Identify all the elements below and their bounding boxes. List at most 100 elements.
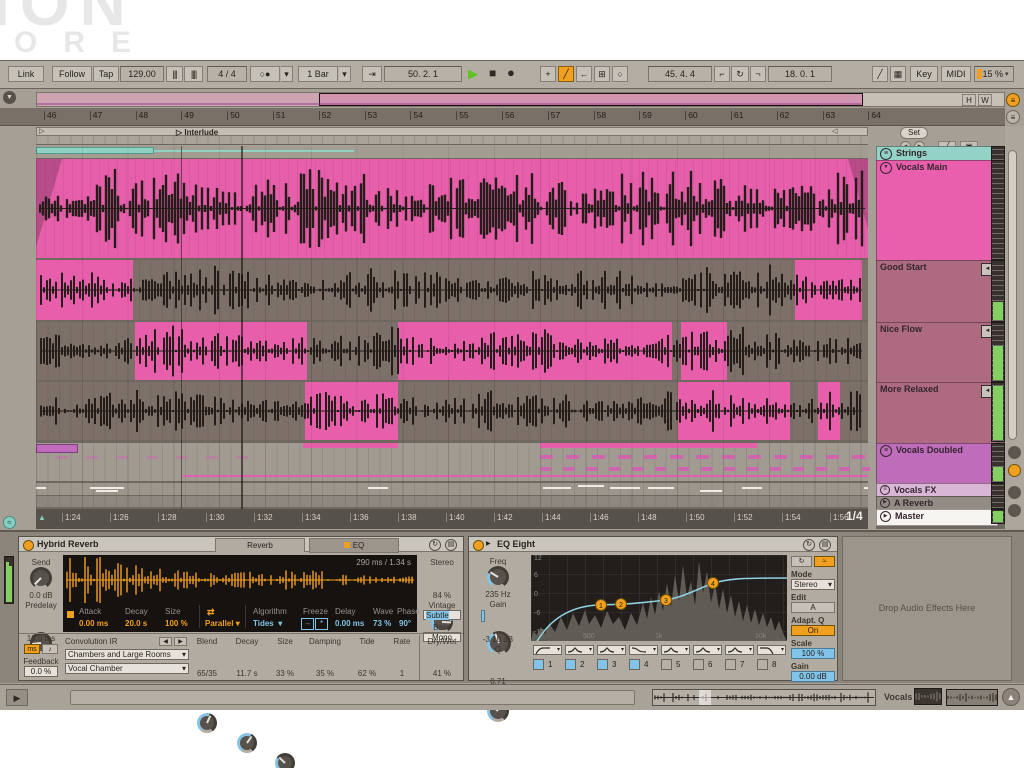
size-knob[interactable]	[275, 753, 295, 768]
close-overview-icon[interactable]: ▼	[3, 91, 16, 104]
time-label[interactable]: 1:36	[350, 513, 369, 522]
analyze-toggle-icon[interactable]: ≈	[814, 556, 835, 567]
device-activator[interactable]	[473, 540, 484, 551]
drop-audio-effects-zone[interactable]: Drop Audio Effects Here	[842, 536, 1012, 681]
bar-number[interactable]: 50	[227, 111, 239, 120]
delay-value[interactable]: 0.00 ms	[335, 619, 364, 628]
cue-icon[interactable]	[1008, 504, 1021, 517]
vocals-fx-lane[interactable]	[36, 483, 868, 495]
filter-type-select[interactable]: ▾	[629, 645, 658, 655]
output-gain-field[interactable]: 0.00 dB	[791, 671, 835, 682]
ruler-options-icon[interactable]: ≡	[1006, 110, 1020, 124]
eq-point-number[interactable]: 4	[711, 581, 715, 588]
loop-end-marker-icon[interactable]: ◁	[832, 127, 837, 135]
blend-knob[interactable]	[197, 713, 217, 733]
time-label[interactable]: 1:42	[494, 513, 513, 522]
filter-type-select[interactable]: ▾	[661, 645, 690, 655]
track-header-vocals-main[interactable]: ▼ Vocals Main	[876, 160, 998, 262]
time-label[interactable]: 1:52	[734, 513, 753, 522]
locator-interlude[interactable]: ▷ Interlude	[176, 128, 218, 140]
grid-toggle-button[interactable]: ⊞	[594, 66, 610, 82]
tempo-field[interactable]: 129.00	[120, 66, 164, 82]
save-preset-icon[interactable]: ▤	[819, 539, 831, 551]
time-label[interactable]: 1:54	[782, 513, 801, 522]
time-label[interactable]: 1:34	[302, 513, 321, 522]
filter-type-select[interactable]: ▾	[565, 645, 594, 655]
device-title-bar[interactable]: Hybrid Reverb Reverb EQ ↻ ▤	[19, 537, 463, 552]
attack-handle-icon[interactable]	[67, 611, 74, 618]
band-enable-checkbox[interactable]	[565, 659, 576, 670]
locator-lane[interactable]	[36, 136, 868, 145]
tab-eq[interactable]: EQ	[309, 538, 399, 553]
freq-knob[interactable]	[487, 566, 509, 588]
algorithm-value[interactable]: Tides ▾	[253, 619, 282, 628]
gain-mini-slider[interactable]	[481, 610, 485, 622]
next-ir-button[interactable]: ▶	[174, 637, 187, 646]
expand-device-icon[interactable]: ▶	[486, 540, 491, 547]
bar-number[interactable]: 46	[44, 111, 56, 120]
eq-point-number[interactable]: 3	[664, 598, 668, 605]
bar-number[interactable]: 63	[823, 111, 835, 120]
punch-out-button[interactable]: ¬	[750, 66, 766, 82]
time-ruler[interactable]: ▲ 1:241:261:281:301:321:341:361:381:401:…	[36, 509, 868, 529]
fold-icon[interactable]: ▼	[880, 162, 892, 174]
spectrum-toggle-icon[interactable]: ↻	[791, 556, 812, 567]
vocals-doubled-lane[interactable]	[36, 443, 868, 481]
filter-type-select[interactable]: ▾	[757, 645, 786, 655]
save-preset-icon[interactable]: ▤	[445, 539, 457, 551]
track-header-master[interactable]: ▶ Master	[876, 509, 998, 526]
bar-number[interactable]: 53	[365, 111, 377, 120]
automation-line[interactable]	[183, 475, 868, 477]
track-header-more-relaxed[interactable]: More Relaxed ◄	[876, 382, 998, 444]
good-start-lane[interactable]	[36, 260, 868, 320]
edit-ab-button[interactable]: A	[791, 602, 835, 613]
tab-reverb[interactable]: Reverb	[215, 538, 305, 552]
clip-overview[interactable]	[652, 689, 876, 706]
time-label[interactable]: 1:46	[590, 513, 609, 522]
eq-point-number[interactable]: 1	[599, 603, 603, 610]
vintage-select[interactable]: Subtle	[423, 610, 461, 620]
filter-type-select[interactable]: ▾	[597, 645, 626, 655]
bar-number[interactable]: 52	[319, 111, 331, 120]
phase-value[interactable]: 90°	[399, 619, 411, 628]
mode-select[interactable]: Stereo▾	[791, 579, 835, 590]
beat-time-ruler[interactable]: 46474849505152535455565758596061626364	[0, 108, 1005, 126]
vocals-main-clip[interactable]	[36, 159, 868, 258]
band-enable-checkbox[interactable]	[533, 659, 544, 670]
arrangement-overview[interactable]	[36, 92, 1005, 107]
bar-number[interactable]: 64	[868, 111, 880, 120]
freeze-button[interactable]: *	[315, 618, 328, 630]
a-reverb-lane[interactable]	[36, 496, 868, 507]
loop-button[interactable]: ↻	[731, 66, 749, 82]
routing-mode[interactable]: Parallel ▾	[205, 619, 240, 628]
time-label[interactable]: 1:44	[542, 513, 561, 522]
size-value[interactable]: 100 %	[165, 619, 188, 628]
bar-number[interactable]: 59	[639, 111, 651, 120]
arrangement-position-field[interactable]: 50. 2. 1	[384, 66, 462, 82]
filter-type-select[interactable]: ▾	[693, 645, 722, 655]
play-button[interactable]: ▶	[468, 66, 486, 82]
follow-arrow-button[interactable]: ⇥	[362, 66, 382, 82]
scale-field[interactable]: 100 %	[791, 648, 835, 659]
device-title-bar[interactable]: ▶ EQ Eight ↻ ▤	[469, 537, 837, 552]
time-label[interactable]: 1:40	[446, 513, 465, 522]
nudge-up-button[interactable]: ||||	[184, 66, 203, 82]
strings-clip[interactable]	[36, 147, 154, 154]
clip-thumbnail-dark[interactable]	[914, 688, 942, 705]
track-header-nice-flow[interactable]: Nice Flow ◄	[876, 322, 998, 384]
time-label[interactable]: 1:48	[638, 513, 657, 522]
follow-button[interactable]: Follow	[52, 66, 92, 82]
more-relaxed-lane[interactable]	[36, 382, 868, 440]
track-header-vocals-doubled[interactable]: ≡ Vocals Doubled	[876, 443, 998, 485]
metronome-menu-arrow[interactable]: ▾	[281, 66, 293, 82]
bar-number[interactable]: 55	[456, 111, 468, 120]
overview-width-button[interactable]: W	[978, 94, 992, 106]
overview-menu-icon[interactable]: ≡	[1006, 93, 1020, 107]
adapt-q-button[interactable]: On	[791, 625, 835, 636]
sync-mode-icon[interactable]: ♪	[42, 644, 58, 654]
draw-mode-button[interactable]: ╱	[558, 66, 574, 82]
decay-knob[interactable]	[237, 733, 257, 753]
wave-value[interactable]: 73 %	[373, 619, 391, 628]
band-enable-checkbox[interactable]	[693, 659, 704, 670]
set-locator-button[interactable]: Set	[900, 127, 928, 139]
